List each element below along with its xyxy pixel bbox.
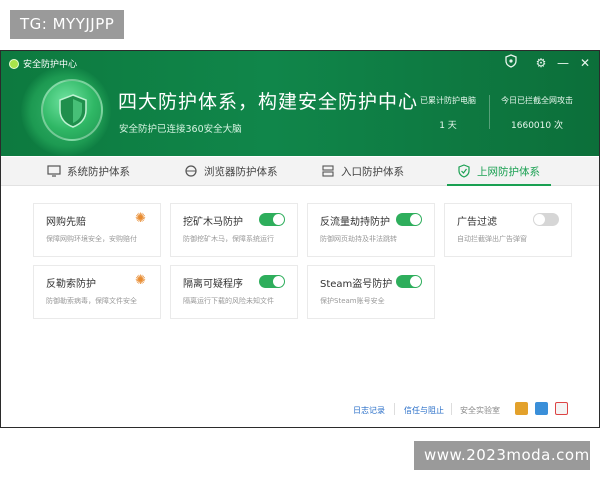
card-name: 网购先赔 — [46, 217, 86, 228]
stat-label: 已累计防护电脑 — [420, 96, 476, 105]
header-headline: 四大防护体系，构建安全防护中心 — [118, 91, 419, 113]
tab-label: 系统防护体系 — [67, 165, 130, 178]
hijack-protection-toggle[interactable] — [396, 213, 422, 226]
header-banner: 安全防护中心 ⚙ — ✕ 四大防护体系，构建安全防护中心 安全防护已连接360安… — [1, 51, 599, 156]
card-name: 挖矿木马防护 — [183, 217, 243, 228]
card-desc: 防御勒索病毒，保障文件安全 — [46, 297, 137, 305]
header-subline: 安全防护已连接360安全大脑 — [119, 124, 242, 135]
card-name: 反勒索防护 — [46, 279, 96, 290]
card-desc: 防御网页劫持及非法跳转 — [320, 235, 397, 243]
settings-icon[interactable] — [535, 402, 548, 415]
trust-block-link[interactable]: 信任与阻止 — [404, 405, 444, 416]
stat-value: 1 天 — [439, 121, 457, 131]
card-desc: 自动拦截弹出广告弹窗 — [457, 235, 527, 243]
steam-protection-toggle[interactable] — [396, 275, 422, 288]
stat-divider — [489, 95, 490, 129]
watermark-bottom-right: www.2023moda.com — [414, 441, 590, 470]
close-icon[interactable]: ✕ — [576, 54, 594, 72]
card-online-shopping-compensation: 网购先赔 ✺ 保障网购环境安全，安购赔付 — [33, 203, 161, 257]
isolate-programs-toggle[interactable] — [259, 275, 285, 288]
tab-label: 入口防护体系 — [341, 165, 404, 178]
monitor-icon — [47, 165, 61, 177]
card-desc: 保护Steam账号安全 — [320, 297, 385, 305]
stat-value: 1660010 次 — [511, 121, 563, 131]
tab-entry-protection[interactable]: 入口防护体系 — [321, 157, 404, 185]
security-center-window: 安全防护中心 ⚙ — ✕ 四大防护体系，构建安全防护中心 安全防护已连接360安… — [0, 50, 600, 428]
card-desc: 保障网购环境安全，安购赔付 — [46, 235, 137, 243]
footer-divider — [451, 403, 452, 415]
stat-protected-days: 已累计防护电脑 1 天 — [413, 95, 483, 131]
app-logo-icon — [9, 58, 19, 69]
card-desc: 隔离运行下载的风险未知文件 — [183, 297, 274, 305]
watermark-top-left: TG: MYYJJPP — [10, 10, 125, 39]
mining-protection-toggle[interactable] — [259, 213, 285, 226]
title-bar: 安全防护中心 — [9, 57, 77, 70]
shield-badge-icon[interactable] — [502, 54, 520, 72]
card-settings-gear-icon[interactable]: ✺ — [135, 212, 146, 225]
entry-icon — [322, 165, 334, 177]
footer-bar: 日志记录 信任与阻止 安全实验室 — [1, 397, 599, 425]
card-name: 反流量劫持防护 — [320, 217, 390, 228]
ad-filter-toggle[interactable] — [533, 213, 559, 226]
gear-icon[interactable]: ⚙ — [532, 54, 550, 72]
browser-icon — [185, 165, 197, 177]
card-ad-filter: 广告过滤 自动拦截弹出广告弹窗 — [444, 203, 572, 257]
tab-label: 上网防护体系 — [477, 165, 540, 178]
card-steam-account-protection: Steam盗号防护 保护Steam账号安全 — [307, 265, 435, 319]
log-records-link[interactable]: 日志记录 — [353, 405, 385, 416]
tab-internet-protection[interactable]: 上网防护体系 — [457, 157, 540, 185]
footer-divider — [394, 403, 395, 415]
stat-blocked-attacks: 今日已拦截全网攻击 1660010 次 — [497, 95, 577, 131]
card-name: 广告过滤 — [457, 217, 497, 228]
card-settings-gear-icon[interactable]: ✺ — [135, 274, 146, 287]
window-title: 安全防护中心 — [23, 60, 78, 70]
stat-label: 今日已拦截全网攻击 — [501, 96, 573, 105]
tab-system-protection[interactable]: 系统防护体系 — [47, 157, 130, 185]
card-mining-trojan-protection: 挖矿木马防护 防御挖矿木马，保障系统运行 — [170, 203, 298, 257]
tab-browser-protection[interactable]: 浏览器防护体系 — [184, 157, 278, 185]
card-desc: 防御挖矿木马，保障系统运行 — [183, 235, 274, 243]
shield-check-icon — [458, 164, 470, 178]
card-anti-ransomware: 反勒索防护 ✺ 防御勒索病毒，保障文件安全 — [33, 265, 161, 319]
toolbox-icon[interactable] — [515, 402, 528, 415]
active-tab-indicator — [447, 184, 551, 186]
card-traffic-hijack-protection: 反流量劫持防护 防御网页劫持及非法跳转 — [307, 203, 435, 257]
protection-shield-icon — [41, 79, 103, 141]
minimize-icon[interactable]: — — [554, 54, 572, 72]
card-isolate-suspicious-programs: 隔离可疑程序 隔离运行下载的风险未知文件 — [170, 265, 298, 319]
security-lab-label: 安全实验室 — [460, 406, 500, 415]
report-icon[interactable] — [555, 402, 568, 415]
card-name: Steam盗号防护 — [320, 279, 393, 290]
card-name: 隔离可疑程序 — [183, 279, 243, 290]
tab-bar: 系统防护体系 浏览器防护体系 入口防护体系 上网防护体系 — [1, 157, 599, 186]
tab-label: 浏览器防护体系 — [204, 165, 278, 178]
